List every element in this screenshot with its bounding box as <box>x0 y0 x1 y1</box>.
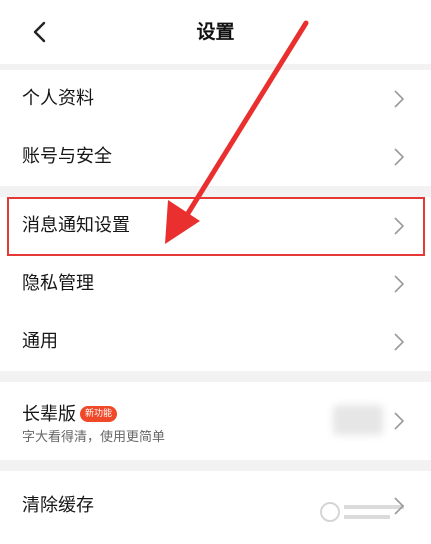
page-title: 设置 <box>196 21 235 43</box>
blurred-value <box>333 405 383 435</box>
chevron-right-icon <box>394 412 405 430</box>
settings-item-label: 账号与安全 <box>22 146 112 167</box>
settings-group-general: 消息通知设置 隐私管理 通用 <box>0 197 431 371</box>
header-bar: 设置 <box>0 0 431 64</box>
chevron-right-icon <box>394 90 405 108</box>
watermark-logo-icon <box>320 502 404 522</box>
chevron-right-icon <box>394 275 405 293</box>
settings-item-notifications[interactable]: 消息通知设置 <box>0 197 431 255</box>
chevron-right-icon <box>394 217 405 235</box>
settings-item-label: 消息通知设置 <box>22 215 130 236</box>
settings-item-profile[interactable]: 个人资料 <box>0 70 431 128</box>
settings-item-general[interactable]: 通用 <box>0 313 431 371</box>
chevron-right-icon <box>394 333 405 351</box>
elder-mode-description: 字大看得清，使用更简单 <box>22 430 166 445</box>
chevron-right-icon <box>394 148 405 166</box>
settings-item-label: 通用 <box>22 331 58 352</box>
settings-item-label: 个人资料 <box>22 88 94 109</box>
new-feature-badge: 新功能 <box>80 406 118 422</box>
settings-item-label: 隐私管理 <box>22 273 94 294</box>
settings-item-label: 清除缓存 <box>22 495 94 516</box>
settings-item-account-security[interactable]: 账号与安全 <box>0 128 431 186</box>
settings-group-account: 个人资料 账号与安全 <box>0 70 431 186</box>
settings-item-privacy[interactable]: 隐私管理 <box>0 255 431 313</box>
elder-mode-label: 长辈版 <box>22 404 76 425</box>
